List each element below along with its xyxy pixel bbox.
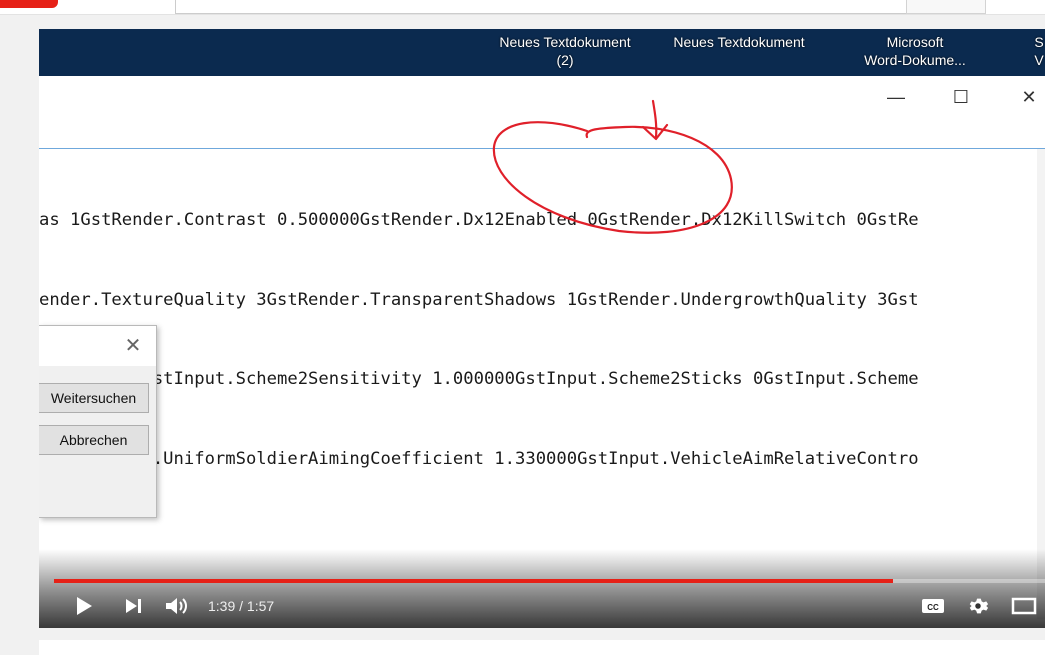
desktop-icon-partial[interactable]: S V — [1029, 33, 1045, 69]
cancel-button[interactable]: Abbrechen — [39, 425, 149, 455]
theater-mode-icon[interactable] — [1011, 597, 1037, 615]
text-line: ender.TextureQuality 3GstRender.Transpar… — [39, 289, 919, 310]
notepad-text-area[interactable]: as 1GstRender.Contrast 0.500000GstRender… — [39, 154, 1034, 525]
video-player[interactable]: Neues Textdokument (2) Neues Textdokumen… — [39, 29, 1045, 628]
maximize-button[interactable]: ☐ — [946, 87, 976, 107]
youtube-top-bar — [0, 0, 1045, 15]
volume-icon[interactable] — [165, 596, 189, 616]
desktop-icon-label: V — [1034, 52, 1044, 68]
desktop-icon-label: Microsoft — [886, 34, 944, 50]
close-icon[interactable]: ✕ — [121, 334, 145, 358]
search-button[interactable] — [906, 0, 986, 14]
desktop-icon-word-doc[interactable]: Microsoft Word-Dokume... — [845, 33, 985, 69]
time-display: 1:39 / 1:57 — [208, 598, 275, 614]
menu-separator — [39, 148, 1045, 149]
close-button[interactable]: ✕ — [1014, 87, 1044, 107]
search-input[interactable] — [175, 0, 907, 14]
find-next-button[interactable]: Weitersuchen — [39, 383, 149, 413]
minimize-button[interactable]: — — [881, 87, 911, 107]
desktop-icon-text-doc-2[interactable]: Neues Textdokument (2) — [481, 33, 649, 69]
find-dialog: ✕ Weitersuchen Abbrechen — [39, 325, 157, 518]
desktop-icon-label: S — [1034, 34, 1044, 50]
below-player-area — [39, 640, 1045, 655]
desktop-icon-label: Neues Textdokument — [673, 34, 805, 50]
desktop-background: Neues Textdokument (2) Neues Textdokumen… — [39, 29, 1045, 76]
desktop-icon-text-doc[interactable]: Neues Textdokument — [653, 33, 825, 51]
captions-icon[interactable]: CC — [921, 597, 945, 615]
play-icon[interactable] — [74, 596, 94, 616]
desktop-icon-label: Word-Dokume... — [864, 52, 966, 68]
controls-gradient — [39, 549, 1045, 628]
next-icon[interactable] — [125, 598, 143, 614]
text-line: g 0GstInput.UniformSoldierAimingCoeffici… — [39, 448, 919, 469]
desktop-icon-label: (2) — [556, 52, 574, 68]
youtube-logo[interactable] — [0, 0, 58, 8]
progress-played — [54, 579, 893, 583]
desktop-icon-label: Neues Textdokument — [499, 34, 631, 50]
settings-gear-icon[interactable] — [967, 595, 989, 617]
text-line: as 1GstRender.Contrast 0.500000GstRender… — [39, 210, 919, 230]
text-line: me2FlipY 0GstInput.Scheme2Sensitivity 1.… — [39, 369, 919, 389]
svg-text:CC: CC — [927, 603, 939, 612]
progress-bar[interactable] — [54, 579, 1045, 583]
